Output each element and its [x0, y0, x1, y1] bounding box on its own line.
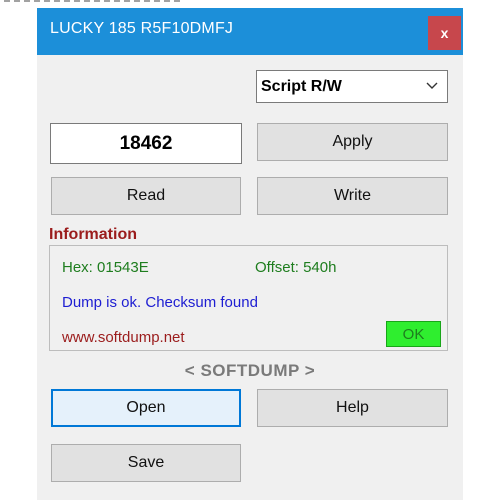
window-title: LUCKY 185 R5F10DMFJ	[50, 20, 234, 37]
read-button[interactable]: Read	[51, 177, 241, 215]
background-strip	[0, 0, 500, 8]
website-link[interactable]: www.softdump.net	[62, 329, 185, 346]
script-mode-select[interactable]: Script R/W	[256, 70, 448, 103]
hex-value: Hex: 01543E	[62, 259, 149, 276]
background-right	[463, 8, 500, 500]
offset-value: Offset: 540h	[255, 259, 337, 276]
write-button[interactable]: Write	[257, 177, 448, 215]
dump-status: Dump is ok. Checksum found	[62, 294, 258, 311]
open-button[interactable]: Open	[51, 389, 241, 427]
script-mode-value: Script R/W	[261, 78, 342, 95]
app-window: LUCKY 185 R5F10DMFJ x Script R/W 18462 A…	[37, 8, 463, 500]
help-button[interactable]: Help	[257, 389, 448, 427]
close-button[interactable]: x	[428, 16, 461, 50]
chevron-down-icon	[426, 82, 438, 89]
ok-status-badge: OK	[386, 321, 441, 347]
value-input[interactable]: 18462	[50, 123, 242, 164]
save-button[interactable]: Save	[51, 444, 241, 482]
write-button-label: Write	[333, 187, 372, 204]
softdump-logo: < SOFTDUMP >	[184, 361, 316, 380]
save-button-label: Save	[127, 454, 165, 471]
close-icon: x	[440, 25, 449, 41]
ok-badge-label: OK	[402, 325, 425, 343]
information-label: Information	[49, 226, 137, 243]
read-button-label: Read	[126, 187, 166, 204]
apply-button[interactable]: Apply	[257, 123, 448, 161]
help-button-label: Help	[336, 399, 369, 416]
background-dots	[4, 0, 184, 2]
titlebar: LUCKY 185 R5F10DMFJ x	[37, 8, 463, 55]
open-button-label: Open	[126, 399, 166, 416]
apply-button-label: Apply	[332, 133, 373, 150]
information-panel: Hex: 01543E Offset: 540h Dump is ok. Che…	[49, 245, 448, 351]
